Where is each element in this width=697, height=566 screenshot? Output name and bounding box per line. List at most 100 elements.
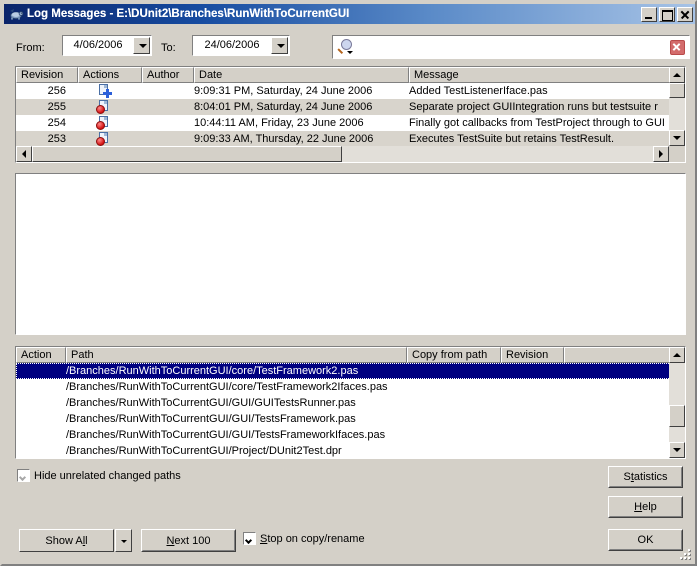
path-cell-copy-from-path xyxy=(407,395,501,411)
log-col-actions[interactable]: Actions xyxy=(78,67,142,83)
path-list[interactable]: Action Path Copy from path Revision /Bra… xyxy=(15,346,686,459)
from-date-combo[interactable]: 4/06/2006 xyxy=(62,35,152,56)
stop-on-copy-rename-label: Stop on copy/rename xyxy=(260,532,365,545)
path-col-copy-from-path[interactable]: Copy from path xyxy=(407,347,501,363)
table-row[interactable]: 256 9:09:31 PM, Saturday, 24 June 2006 Add… xyxy=(16,83,685,99)
file-modified-icon xyxy=(96,132,111,146)
list-item[interactable]: /Branches/RunWithToCurrentGUI/Project/DU… xyxy=(16,443,685,458)
path-cell-path: /Branches/RunWithToCurrentGUI/GUI/TestsF… xyxy=(66,413,356,425)
path-cell-revision xyxy=(501,363,564,379)
log-col-message[interactable]: Message xyxy=(409,67,671,83)
path-cell-copy-from-path xyxy=(407,379,501,395)
path-cell-copy-from-path xyxy=(407,443,501,458)
log-list[interactable]: Revision Actions Author Date Message 256… xyxy=(15,66,686,163)
to-date-combo[interactable]: 24/06/2006 xyxy=(192,35,290,56)
statistics-button[interactable]: Statistics xyxy=(608,466,683,488)
path-cell-revision xyxy=(501,395,564,411)
log-list-hscrollbar[interactable] xyxy=(16,146,669,162)
log-cell-message: Executes TestSuite but retains TestResul… xyxy=(409,133,615,145)
to-label: To: xyxy=(161,42,176,54)
path-cell-revision xyxy=(501,443,564,458)
list-item[interactable]: /Branches/RunWithToCurrentGUI/GUI/GUITes… xyxy=(16,395,685,411)
log-hscroll-thumb[interactable] xyxy=(32,146,342,162)
path-col-action[interactable]: Action xyxy=(16,347,66,363)
list-item[interactable]: /Branches/RunWithToCurrentGUI/GUI/TestsF… xyxy=(16,427,685,443)
path-list-header: Action Path Copy from path Revision xyxy=(16,347,685,363)
list-item[interactable]: /Branches/RunWithToCurrentGUI/core/TestF… xyxy=(16,363,685,379)
log-cell-actions xyxy=(78,83,142,99)
log-scroll-down-button[interactable] xyxy=(669,130,685,146)
log-scroll-up-button[interactable] xyxy=(669,67,685,83)
log-scroll-right-button[interactable] xyxy=(653,146,669,162)
log-col-author[interactable]: Author xyxy=(142,67,194,83)
log-cell-author xyxy=(142,131,194,147)
to-date-dropdown-icon[interactable] xyxy=(271,37,288,54)
log-cell-message: Separate project GUIIntegration runs but… xyxy=(409,101,658,113)
message-pane[interactable] xyxy=(15,173,686,335)
log-scroll-thumb[interactable] xyxy=(669,83,685,98)
log-cell-author xyxy=(142,83,194,99)
log-col-date[interactable]: Date xyxy=(194,67,409,83)
path-scroll-up-button[interactable] xyxy=(669,347,685,363)
path-cell-copy-from-path xyxy=(407,427,501,443)
path-cell-action xyxy=(16,363,66,379)
log-list-vscrollbar[interactable] xyxy=(669,67,685,146)
search-input[interactable] xyxy=(357,41,670,53)
search-box[interactable] xyxy=(332,35,690,59)
help-label: Help xyxy=(634,501,657,513)
table-row[interactable]: 255 8:04:01 PM, Saturday, 24 June 2006 Sep… xyxy=(16,99,685,115)
search-icon[interactable] xyxy=(337,38,357,56)
path-cell-path: /Branches/RunWithToCurrentGUI/GUI/GUITes… xyxy=(66,397,356,409)
tortoise-svn-icon xyxy=(8,6,24,22)
list-item[interactable]: /Branches/RunWithToCurrentGUI/core/TestF… xyxy=(16,379,685,395)
path-scroll-thumb[interactable] xyxy=(669,405,685,427)
file-added-icon xyxy=(98,84,112,98)
help-button[interactable]: Help xyxy=(608,496,683,518)
log-cell-date: 9:09:31 PM, Saturday, 24 June 2006 xyxy=(194,85,373,97)
path-cell-path: /Branches/RunWithToCurrentGUI/Project/DU… xyxy=(66,445,342,457)
minimize-button[interactable] xyxy=(641,6,657,22)
show-all-split-button[interactable]: Show All xyxy=(19,529,132,552)
path-cell-path: /Branches/RunWithToCurrentGUI/GUI/TestsF… xyxy=(66,429,386,441)
stop-on-copy-rename-checkbox[interactable]: Stop on copy/rename xyxy=(243,532,365,545)
path-cell-action xyxy=(16,427,66,443)
to-date-value: 24/06/2006 xyxy=(204,39,260,51)
from-label: From: xyxy=(16,42,45,54)
hide-unrelated-paths-checkbox[interactable]: Hide unrelated changed paths xyxy=(17,469,181,482)
hide-unrelated-paths-label: Hide unrelated changed paths xyxy=(34,469,181,482)
statistics-label: Statistics xyxy=(623,471,668,483)
table-row[interactable]: 253 9:09:33 AM, Thursday, 22 June 2006 Exe… xyxy=(16,131,685,147)
log-scroll-corner xyxy=(669,146,685,162)
from-date-dropdown-icon[interactable] xyxy=(133,37,150,54)
log-list-header: Revision Actions Author Date Message xyxy=(16,67,685,83)
close-button[interactable] xyxy=(677,6,693,22)
log-cell-author xyxy=(142,99,194,115)
window-title: Log Messages - E:\DUnit2\Branches\RunWit… xyxy=(27,8,350,20)
path-col-revision[interactable]: Revision xyxy=(501,347,564,363)
path-col-path[interactable]: Path xyxy=(66,347,407,363)
table-row[interactable]: 254 10:44:11 AM, Friday, 23 June 2006 Fina… xyxy=(16,115,685,131)
maximize-button[interactable] xyxy=(659,6,675,22)
clear-search-icon[interactable] xyxy=(670,39,685,55)
show-all-dropdown-icon[interactable] xyxy=(115,529,132,552)
log-cell-revision: 253 xyxy=(47,133,66,145)
path-scroll-down-button[interactable] xyxy=(669,442,685,458)
path-cell-revision xyxy=(501,379,564,395)
path-list-vscrollbar[interactable] xyxy=(669,347,685,458)
log-scroll-left-button[interactable] xyxy=(16,146,32,162)
log-cell-date: 10:44:11 AM, Friday, 23 June 2006 xyxy=(194,117,364,129)
path-cell-path: /Branches/RunWithToCurrentGUI/core/TestF… xyxy=(66,365,359,377)
log-col-revision[interactable]: Revision xyxy=(16,67,78,83)
ok-button[interactable]: OK xyxy=(608,529,683,551)
show-all-button[interactable]: Show All xyxy=(19,529,114,552)
ok-label: OK xyxy=(637,534,654,546)
next-100-button[interactable]: Next 100 xyxy=(141,529,236,552)
path-cell-action xyxy=(16,379,66,395)
path-scroll-track[interactable] xyxy=(669,363,685,442)
path-cell-copy-from-path xyxy=(407,411,501,427)
list-item[interactable]: /Branches/RunWithToCurrentGUI/GUI/TestsF… xyxy=(16,411,685,427)
message-pane-text xyxy=(16,174,685,180)
log-cell-actions xyxy=(78,99,142,115)
resize-grip-icon[interactable] xyxy=(680,549,692,561)
log-cell-date: 9:09:33 AM, Thursday, 22 June 2006 xyxy=(194,133,374,145)
